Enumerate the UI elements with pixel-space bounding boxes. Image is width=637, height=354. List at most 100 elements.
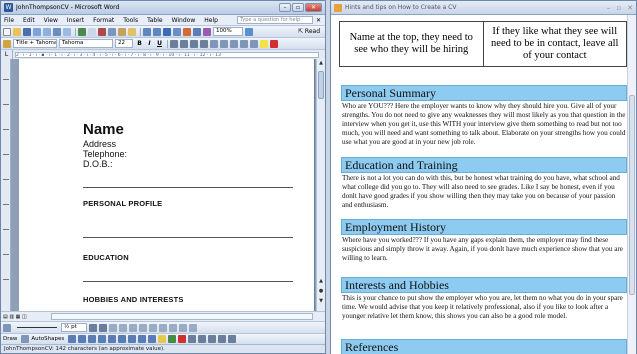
style-select[interactable]: Title + Tahoma, 2 — [13, 39, 57, 48]
menu-table[interactable]: Table — [147, 17, 163, 24]
line-color-draw-icon[interactable] — [168, 335, 177, 343]
picture-icon[interactable] — [148, 335, 157, 343]
format-painter-icon[interactable] — [128, 27, 136, 36]
menu-tools[interactable]: Tools — [123, 17, 138, 24]
clipart-icon[interactable] — [138, 335, 147, 343]
autosum-icon[interactable] — [189, 323, 197, 332]
wordart-icon[interactable] — [118, 335, 127, 343]
scroll-thumb[interactable] — [318, 71, 324, 99]
maximize-icon[interactable]: ▫ — [616, 4, 621, 12]
font-color-icon[interactable] — [270, 39, 278, 48]
merge-cells-icon[interactable] — [119, 323, 127, 332]
rectangle-tool-icon[interactable] — [88, 335, 97, 343]
tab-selector[interactable]: L — [1, 49, 13, 60]
line-spacing-icon[interactable] — [210, 39, 218, 48]
distribute-rows-icon[interactable] — [149, 323, 157, 332]
menu-window[interactable]: Window — [172, 17, 196, 24]
close-document-icon[interactable]: ✕ — [316, 17, 322, 24]
paste-icon[interactable] — [118, 27, 126, 36]
zoom-select[interactable]: 100% — [213, 27, 243, 36]
table-tools-icon[interactable] — [109, 323, 117, 332]
line-style-icon[interactable] — [3, 323, 11, 332]
font-color-draw-icon[interactable] — [178, 335, 187, 343]
arrow-style-icon[interactable] — [208, 335, 217, 343]
bullets-icon[interactable] — [230, 39, 238, 48]
insert-table-icon[interactable] — [183, 27, 191, 36]
font-select[interactable]: Tahoma — [59, 39, 113, 48]
word-titlebar[interactable]: W JohnThompsonCV - Microsoft Word – ▫ ✕ — [1, 1, 325, 15]
font-size-select[interactable]: 22 — [115, 39, 133, 48]
help-icon[interactable] — [245, 27, 253, 36]
select-browse-object-icon[interactable]: ● — [317, 287, 325, 295]
save-icon[interactable] — [23, 27, 31, 36]
horizontal-scroll-track[interactable] — [50, 313, 313, 320]
new-document-icon[interactable] — [3, 27, 11, 36]
close-icon[interactable]: ✕ — [627, 4, 633, 12]
horizontal-scrollbar[interactable]: ▤ ▥ ▦ ◫ — [1, 311, 325, 321]
textbox-tool-icon[interactable] — [108, 335, 117, 343]
help-search-input[interactable]: Type a question for help — [237, 16, 313, 24]
research-icon[interactable] — [88, 27, 96, 36]
minimize-icon[interactable]: – — [607, 4, 611, 12]
styles-pane-icon[interactable] — [3, 39, 11, 48]
view-buttons[interactable]: ▤ ▥ ▦ ◫ — [3, 314, 27, 320]
columns-icon[interactable] — [193, 27, 201, 36]
minimize-icon[interactable]: – — [279, 3, 291, 12]
menu-view[interactable]: View — [44, 17, 58, 24]
align-left-icon[interactable] — [170, 39, 178, 48]
permission-icon[interactable] — [33, 27, 41, 36]
redo-icon[interactable] — [153, 27, 161, 36]
fill-color-icon[interactable] — [158, 335, 167, 343]
cut-icon[interactable] — [98, 27, 106, 36]
hyperlink-icon[interactable] — [163, 27, 171, 36]
menu-format[interactable]: Format — [93, 17, 114, 24]
hints-titlebar[interactable]: Hints and tips on How to Create a CV – ▫… — [331, 1, 636, 15]
menu-edit[interactable]: Edit — [23, 17, 35, 24]
read-button[interactable]: ⇱ Read — [295, 28, 323, 35]
justify-icon[interactable] — [200, 39, 208, 48]
bold-button[interactable]: B — [135, 39, 144, 48]
border-icon[interactable] — [99, 323, 107, 332]
copy-icon[interactable] — [108, 27, 116, 36]
scroll-up-icon[interactable]: ▲ — [317, 59, 325, 67]
line-weight-select[interactable]: ½ pt — [61, 323, 87, 332]
shadow-style-icon[interactable] — [218, 335, 227, 343]
document-page[interactable]: Name Address Telephone: D.O.B.: PERSONAL… — [19, 59, 315, 311]
numbering-icon[interactable] — [220, 39, 228, 48]
3d-style-icon[interactable] — [228, 335, 237, 343]
align-cell-icon[interactable] — [139, 323, 147, 332]
align-right-icon[interactable] — [190, 39, 198, 48]
line-tool-icon[interactable] — [68, 335, 77, 343]
horizontal-ruler[interactable]: 2 · ı · 1 · ı · ▪ · ı · 1 · ı · 2 · ı · … — [15, 51, 319, 58]
undo-icon[interactable] — [143, 27, 151, 36]
print-preview-icon[interactable] — [63, 27, 71, 36]
open-folder-icon[interactable] — [13, 27, 21, 36]
tables-icon[interactable] — [173, 27, 181, 36]
decrease-indent-icon[interactable] — [240, 39, 248, 48]
sort-ascending-icon[interactable] — [169, 323, 177, 332]
draw-menu[interactable]: Draw — [3, 336, 17, 342]
highlight-icon[interactable] — [260, 39, 268, 48]
hints-vertical-scrollbar[interactable] — [627, 15, 636, 354]
autofit-icon[interactable] — [159, 323, 167, 332]
vertical-scrollbar[interactable]: ▲ ▲ ● ▼ — [316, 59, 325, 311]
menu-file[interactable]: File — [4, 17, 14, 24]
menu-help[interactable]: Help — [204, 17, 218, 24]
split-cells-icon[interactable] — [129, 323, 137, 332]
autoshapes-menu[interactable]: AutoShapes — [31, 336, 64, 342]
oval-tool-icon[interactable] — [98, 335, 107, 343]
menu-insert[interactable]: Insert — [67, 17, 84, 24]
select-objects-icon[interactable] — [21, 335, 30, 343]
next-page-icon[interactable]: ▼ — [317, 297, 325, 305]
underline-button[interactable]: U — [155, 39, 164, 48]
italic-button[interactable]: I — [145, 39, 154, 48]
drawing-icon[interactable] — [203, 27, 211, 36]
align-center-icon[interactable] — [180, 39, 188, 48]
line-style-draw-icon[interactable] — [188, 335, 197, 343]
dash-style-icon[interactable] — [198, 335, 207, 343]
increase-indent-icon[interactable] — [250, 39, 258, 48]
diagram-icon[interactable] — [128, 335, 137, 343]
close-icon[interactable]: ✕ — [305, 3, 322, 12]
line-color-icon[interactable] — [89, 323, 97, 332]
previous-page-icon[interactable]: ▲ — [317, 277, 325, 285]
